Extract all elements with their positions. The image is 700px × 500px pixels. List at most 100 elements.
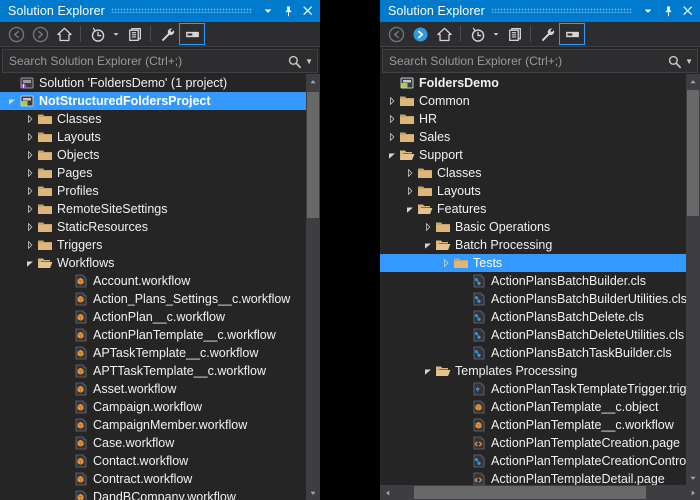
tree-item[interactable]: RemoteSiteSettings	[0, 200, 306, 218]
chevron-down-icon[interactable]	[404, 200, 416, 218]
tree-item[interactable]: Features	[380, 200, 686, 218]
tree-item[interactable]: APTTaskTemplate__c.workflow	[0, 362, 306, 380]
chevron-right-icon[interactable]	[386, 92, 398, 110]
pending-changes-button[interactable]	[85, 23, 109, 45]
tree-item[interactable]: Basic Operations	[380, 218, 686, 236]
chevron-right-icon[interactable]	[404, 182, 416, 200]
titlebar-drag-handle[interactable]	[110, 0, 252, 22]
search-box[interactable]: Search Solution Explorer (Ctrl+;) ▼	[382, 49, 698, 73]
tree-item[interactable]: ActionPlanTemplateDetail.page	[380, 470, 686, 485]
search-options-chevron-down-icon[interactable]: ▼	[305, 57, 313, 66]
tree-item[interactable]: Pages	[0, 164, 306, 182]
tree-item[interactable]: ActionPlansBatchTaskBuilder.cls	[380, 344, 686, 362]
chevron-right-icon[interactable]	[440, 254, 452, 272]
tree-item[interactable]: StaticResources	[0, 218, 306, 236]
tree-item[interactable]: ActionPlanTemplateCreationController.cls	[380, 452, 686, 470]
tree-item[interactable]: ActionPlan__c.workflow	[0, 308, 306, 326]
vertical-scrollbar[interactable]	[686, 74, 700, 485]
chevron-right-icon[interactable]	[24, 128, 36, 146]
window-dropdown-button[interactable]	[258, 1, 278, 21]
tree-item[interactable]: ActionPlansBatchBuilder.cls	[380, 272, 686, 290]
tree-item[interactable]: ActionPlansBatchDeleteUtilities.cls	[380, 326, 686, 344]
sync-with-active-document-button[interactable]	[122, 23, 146, 45]
window-dropdown-button[interactable]	[638, 1, 658, 21]
tree-item[interactable]: NotStructuredFoldersProject	[0, 92, 306, 110]
tree-item[interactable]: Common	[380, 92, 686, 110]
scroll-down-arrow-icon[interactable]	[306, 485, 320, 500]
home-button[interactable]	[52, 23, 76, 45]
tree-item[interactable]: Objects	[0, 146, 306, 164]
vertical-scrollbar-thumb[interactable]	[307, 92, 319, 218]
back-navigation-button[interactable]	[384, 23, 408, 45]
tree-item[interactable]: Classes	[380, 164, 686, 182]
forward-navigation-button[interactable]	[408, 23, 432, 45]
search-options-chevron-down-icon[interactable]: ▼	[685, 57, 693, 66]
tree-item[interactable]: Asset.workflow	[0, 380, 306, 398]
tree-item[interactable]: ActionPlanTemplateCreation.page	[380, 434, 686, 452]
search-input[interactable]: Search Solution Explorer (Ctrl+;)	[9, 54, 287, 68]
search-icon[interactable]	[667, 54, 682, 69]
tree-item[interactable]: ActionPlanTemplate__c.workflow	[380, 416, 686, 434]
tree-item[interactable]: Templates Processing	[380, 362, 686, 380]
tree-item[interactable]: Solution 'FoldersDemo' (1 project)	[0, 74, 306, 92]
chevron-right-icon[interactable]	[386, 128, 398, 146]
scroll-right-arrow-icon[interactable]	[685, 485, 700, 500]
chevron-right-icon[interactable]	[24, 200, 36, 218]
chevron-right-icon[interactable]	[386, 110, 398, 128]
horizontal-scrollbar[interactable]	[380, 485, 700, 500]
tree-item[interactable]: Action_Plans_Settings__c.workflow	[0, 290, 306, 308]
chevron-down-icon[interactable]	[422, 362, 434, 380]
horizontal-scrollbar-thumb[interactable]	[414, 486, 646, 499]
tree-item[interactable]: Support	[380, 146, 686, 164]
tree-item[interactable]: FoldersDemo	[380, 74, 686, 92]
close-button[interactable]	[298, 1, 318, 21]
tree-item[interactable]: ActionPlansBatchBuilderUtilities.cls	[380, 290, 686, 308]
search-icon[interactable]	[287, 54, 302, 69]
chevron-right-icon[interactable]	[24, 164, 36, 182]
search-box[interactable]: Search Solution Explorer (Ctrl+;) ▼	[2, 49, 318, 73]
tree-item[interactable]: DandBCompany.workflow	[0, 488, 306, 500]
tree-item[interactable]: Campaign.workflow	[0, 398, 306, 416]
tree-item[interactable]: Layouts	[380, 182, 686, 200]
tree-item[interactable]: CampaignMember.workflow	[0, 416, 306, 434]
chevron-down-icon[interactable]	[24, 254, 36, 272]
scroll-up-arrow-icon[interactable]	[306, 74, 320, 89]
sync-with-active-document-button[interactable]	[502, 23, 526, 45]
tree-item[interactable]: ActionPlanTaskTemplateTrigger.trigger	[380, 380, 686, 398]
tree-item[interactable]: Profiles	[0, 182, 306, 200]
chevron-right-icon[interactable]	[24, 146, 36, 164]
tree-item[interactable]: HR	[380, 110, 686, 128]
tree-item[interactable]: Contact.workflow	[0, 452, 306, 470]
back-navigation-button[interactable]	[4, 23, 28, 45]
chevron-right-icon[interactable]	[24, 110, 36, 128]
preview-selected-items-button[interactable]	[179, 23, 205, 45]
scroll-down-arrow-icon[interactable]	[686, 470, 700, 485]
chevron-right-icon[interactable]	[24, 218, 36, 236]
vertical-scrollbar[interactable]	[306, 74, 320, 500]
tree-item[interactable]: ActionPlansBatchDelete.cls	[380, 308, 686, 326]
tree-item[interactable]: ActionPlanTemplate__c.workflow	[0, 326, 306, 344]
properties-button[interactable]	[535, 23, 559, 45]
tree-item[interactable]: Account.workflow	[0, 272, 306, 290]
tree-item[interactable]: Sales	[380, 128, 686, 146]
home-button[interactable]	[432, 23, 456, 45]
tree-item[interactable]: Classes	[0, 110, 306, 128]
tree-item[interactable]: ActionPlanTemplate__c.object	[380, 398, 686, 416]
auto-hide-pin-button[interactable]	[658, 1, 678, 21]
pending-changes-button[interactable]	[465, 23, 489, 45]
close-button[interactable]	[678, 1, 698, 21]
tree-item[interactable]: Layouts	[0, 128, 306, 146]
tree-item[interactable]: Contract.workflow	[0, 470, 306, 488]
forward-navigation-button[interactable]	[28, 23, 52, 45]
tree-item[interactable]: Workflows	[0, 254, 306, 272]
search-input[interactable]: Search Solution Explorer (Ctrl+;)	[389, 54, 667, 68]
vertical-scrollbar-thumb[interactable]	[687, 90, 699, 216]
pending-changes-dropdown-button[interactable]	[489, 23, 502, 45]
scroll-left-arrow-icon[interactable]	[380, 485, 395, 500]
chevron-right-icon[interactable]	[422, 218, 434, 236]
chevron-right-icon[interactable]	[24, 236, 36, 254]
preview-selected-items-button[interactable]	[559, 23, 585, 45]
chevron-down-icon[interactable]	[6, 92, 18, 110]
properties-button[interactable]	[155, 23, 179, 45]
tree-item[interactable]: Case.workflow	[0, 434, 306, 452]
